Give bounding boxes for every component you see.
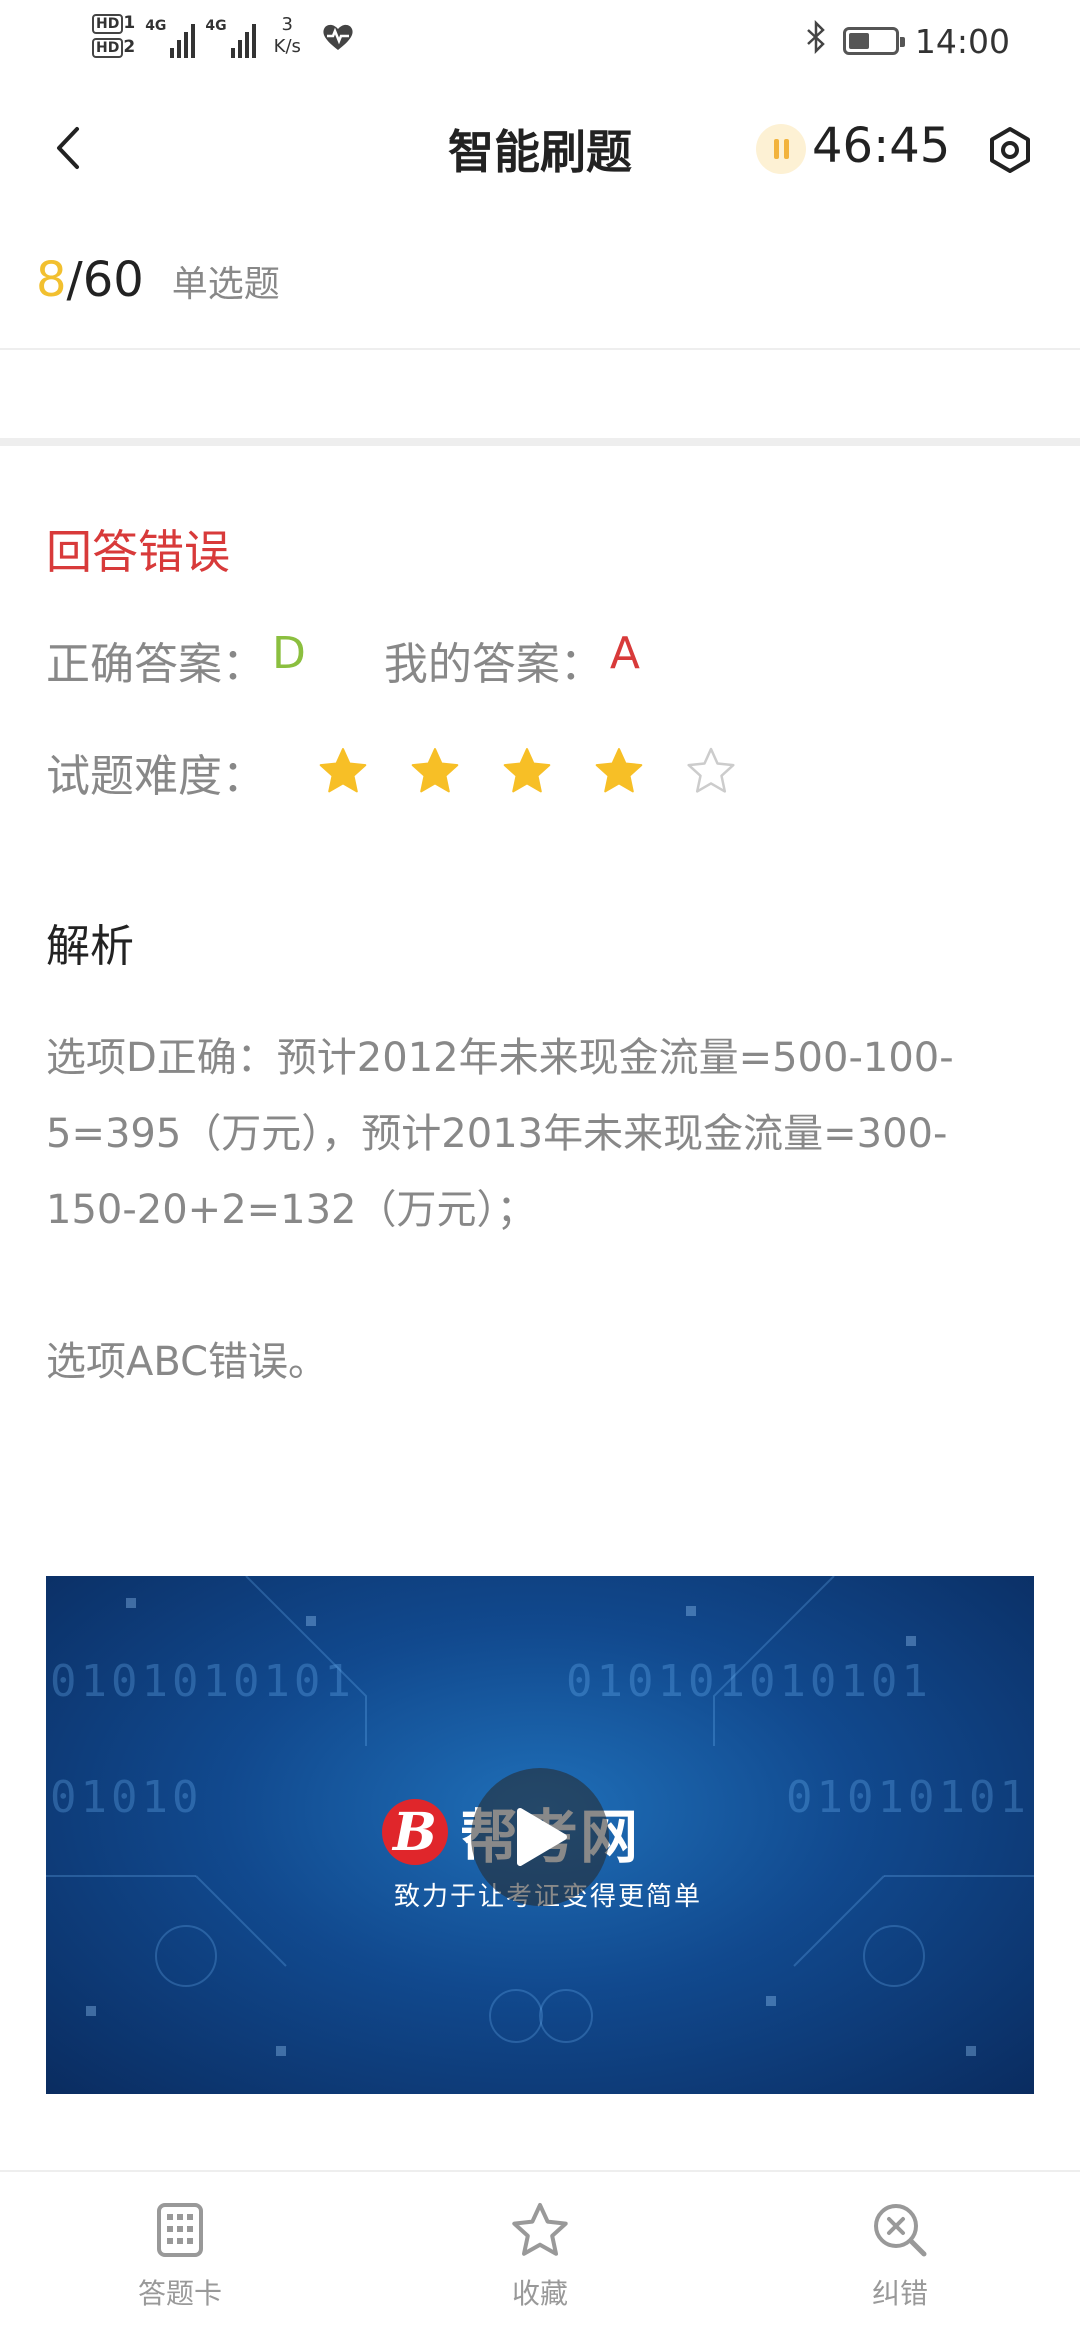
current-question-number: 8 (36, 252, 67, 308)
question-type-label: 单选题 (171, 264, 280, 305)
play-icon (517, 1808, 567, 1866)
question-progress: 8 /60 单选题 (36, 252, 280, 308)
analysis-paragraph: 选项ABC错误。 (46, 1339, 329, 1385)
star-filled-icon (503, 748, 551, 793)
clock: 14:00 (914, 21, 1010, 61)
star-empty-icon (687, 747, 735, 793)
difficulty-stars (318, 747, 736, 797)
correct-answer-label: 正确答案： (46, 639, 266, 690)
tab-label: 答题卡 (137, 2277, 222, 2310)
section-divider (0, 438, 1080, 446)
tab-label: 收藏 (511, 2277, 568, 2310)
video-player[interactable]: 0101010101 010101010101 01010 01010101 B… (46, 1576, 1034, 2094)
bottom-toolbar: 答题卡 收藏 纠错 (0, 2170, 1080, 2340)
tab-label: 纠错 (871, 2277, 928, 2310)
analysis-text: 选项D正确：预计2012年未来现金流量=500-100-5=395（万元），预计… (46, 1020, 1036, 1400)
logo-mark: B (382, 1799, 448, 1865)
bluetooth-icon (805, 19, 827, 62)
my-answer-label: 我的答案： (383, 639, 604, 690)
status-right: 14:00 (805, 19, 1010, 62)
divider (0, 348, 1080, 350)
heart-rate-icon (321, 22, 355, 56)
hd-indicator-1: HD 1 (92, 14, 135, 34)
settings-button[interactable] (982, 122, 1038, 178)
answer-comparison: 正确答案： D 我的答案： A (46, 628, 640, 692)
correct-answer-value: D (272, 628, 306, 679)
result-status: 回答错误 (46, 525, 230, 579)
app-header: 智能刷题 46:45 (0, 96, 1080, 208)
favorite-button[interactable]: 收藏 (440, 2198, 640, 2312)
hd-indicators: HD 1 HD 2 (92, 14, 135, 58)
star-filled-icon (411, 748, 459, 793)
settings-icon (990, 127, 1030, 173)
signal-icon: 4G (145, 14, 196, 58)
countdown-timer: 46:45 (812, 118, 951, 174)
status-left: HD 1 HD 2 4G 4G 3 K/s (92, 14, 355, 58)
difficulty-label: 试题难度： (46, 751, 266, 802)
star-filled-icon (319, 748, 367, 793)
total-questions: /60 (66, 252, 144, 308)
hd-indicator-2: HD 2 (92, 38, 135, 58)
my-answer-value: A (609, 628, 640, 679)
star-outline-icon (512, 2203, 568, 2256)
analysis-heading: 解析 (46, 921, 134, 972)
signal-icon-2: 4G (205, 14, 256, 58)
answer-card-icon (157, 2203, 203, 2257)
battery-icon (842, 27, 905, 55)
answer-card-button[interactable]: 答题卡 (80, 2198, 280, 2312)
play-button[interactable] (471, 1768, 609, 1906)
pause-button[interactable] (756, 124, 806, 174)
star-filled-icon (595, 748, 643, 793)
difficulty-rating: 试题难度： (46, 740, 736, 804)
analysis-paragraph: 选项D正确：预计2012年未来现金流量=500-100-5=395（万元），预计… (46, 1035, 954, 1233)
error-report-icon (874, 2204, 927, 2257)
pause-icon (773, 139, 779, 159)
status-bar: HD 1 HD 2 4G 4G 3 K/s 14:00 (0, 0, 1080, 84)
error-report-button[interactable]: 纠错 (800, 2198, 1000, 2312)
network-speed: 3 K/s (273, 14, 301, 57)
